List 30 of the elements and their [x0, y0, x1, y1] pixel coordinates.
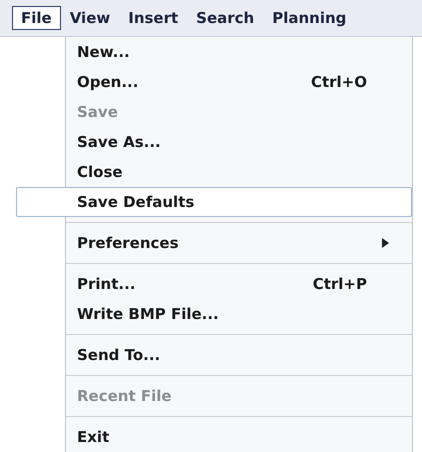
menu-item[interactable]: Open... Ctrl+O — [16, 67, 412, 97]
menu-item[interactable]: Exit — [16, 422, 412, 452]
menu-item-label: Open... — [77, 73, 140, 91]
shortcut-label: Ctrl+P — [312, 275, 367, 293]
menu-item-label: Close — [77, 163, 124, 181]
menu-bar-item[interactable]: View — [60, 6, 120, 30]
menu-item[interactable]: Save As... — [16, 127, 412, 157]
menu-item[interactable]: Preferences — [16, 228, 412, 258]
menu-item[interactable]: Send To... — [16, 340, 412, 370]
menu-item[interactable]: Close — [16, 157, 412, 187]
menu-item-label: New... — [77, 43, 131, 61]
menu-bar-item[interactable]: Search — [187, 6, 264, 30]
submenu-arrow-icon — [382, 238, 389, 248]
menu-item-label: Recent File — [77, 387, 173, 405]
menu-item-label: Save As... — [77, 133, 162, 151]
menu-item[interactable]: Print... Ctrl+P — [16, 269, 412, 299]
menu-bar-item[interactable]: Insert — [119, 6, 188, 30]
menu-item-label: Write BMP File... — [77, 305, 220, 323]
menu-item-label: Send To... — [77, 346, 162, 364]
menu-item-label: Exit — [77, 428, 110, 446]
menu-item-label: Preferences — [77, 234, 180, 252]
menu-item-label: Save — [77, 103, 119, 121]
menu-bar-item[interactable]: Planning — [263, 6, 356, 30]
menu-item-label: Print... — [77, 275, 136, 293]
menu-item[interactable]: Save Defaults — [16, 187, 412, 217]
shortcut-label: Ctrl+O — [310, 73, 367, 91]
menu-item[interactable]: New... — [16, 37, 412, 67]
menu-item[interactable]: Write BMP File... — [16, 299, 412, 329]
menu-item-label: Save Defaults — [77, 193, 196, 211]
menu-bar-item[interactable]: File — [12, 6, 61, 30]
